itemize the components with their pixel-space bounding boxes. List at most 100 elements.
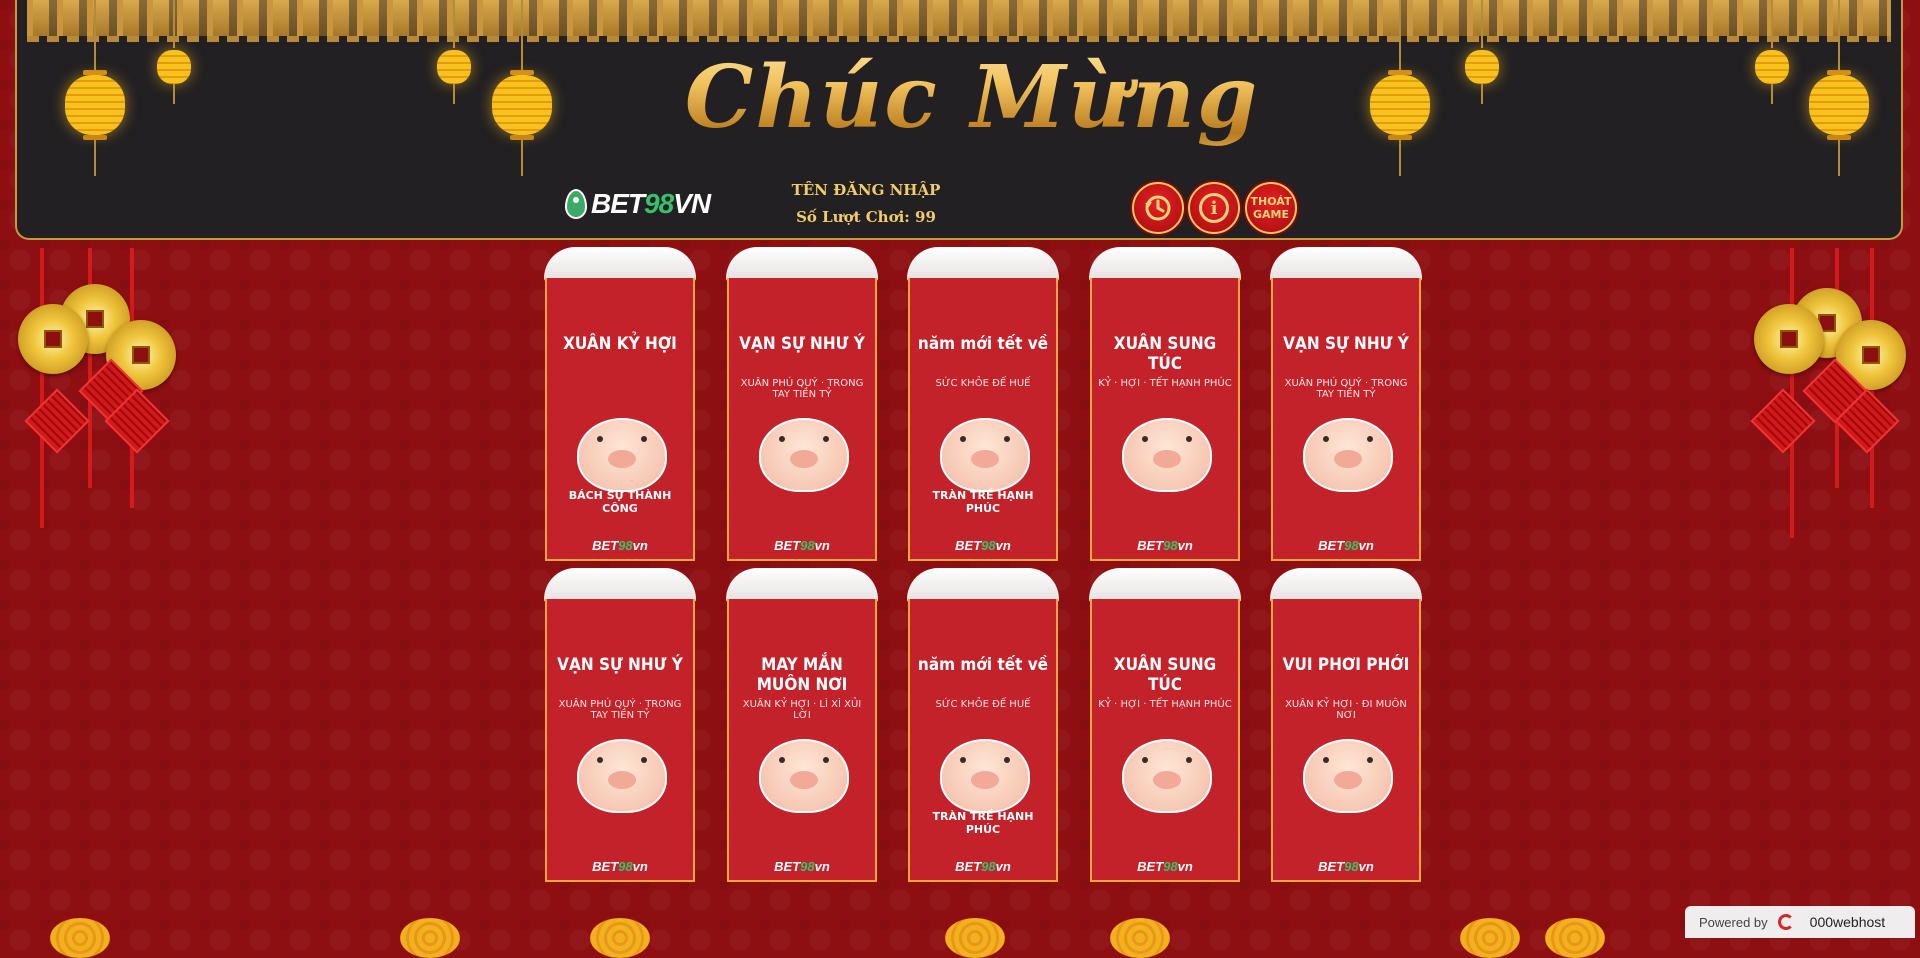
envelope-logo: BET98vn [955,859,1011,874]
header-banner: Chúc Mừng Năm Mới BET98VN TÊN ĐĂNG NHẬP … [15,0,1903,240]
envelope-body: VẠN SỰ NHƯ Ý XUÂN PHÚ QUÝ · TRONG TAY TIỀ… [1271,278,1421,561]
red-envelope[interactable]: VẠN SỰ NHƯ Ý XUÂN PHÚ QUÝ · TRONG TAY TIỀ… [544,568,696,882]
lantern-icon [400,918,460,958]
envelope-logo: BET98vn [955,538,1011,553]
pig-illustration-icon [577,418,667,492]
red-envelope[interactable]: năm mới tết về SỨC KHỎE ĐẾ HUẾ TRÀN TRỀ HẠ… [907,247,1059,561]
envelope-flap [907,568,1059,602]
coin-decoration-left [10,248,180,548]
exit-label-line1: THOÁT [1250,195,1292,208]
red-envelope[interactable]: MAY MẮN MUÔN NƠI XUÂN KỶ HỢI · LÌ XÌ XỦI … [726,568,878,882]
envelope-body: XUÂN SUNG TÚC KỶ · HỢI · TẾT HẠNH PHÚC BET… [1090,278,1240,561]
red-envelope[interactable]: XUÂN SUNG TÚC KỶ · HỢI · TẾT HẠNH PHÚC BET… [1089,247,1241,561]
red-envelope[interactable]: XUÂN KỶ HỢI BÁCH SỰ THÀNH CÔNG BET98vn [544,247,696,561]
envelope-flap [1270,247,1422,281]
envelope-title: VẠN SỰ NHƯ Ý [739,334,865,354]
envelope-body: VUI PHƠI PHỚI XUÂN KỶ HỢI · ĐI MUÔN NƠI BE… [1271,599,1421,882]
envelope-logo: BET98vn [774,859,830,874]
pig-illustration-icon [1303,418,1393,492]
envelope-flap [1089,247,1241,281]
lantern-icon [1465,0,1499,110]
pig-illustration-icon [759,739,849,813]
history-button[interactable] [1132,182,1184,234]
info-button[interactable]: i [1188,182,1240,234]
info-icon: i [1199,193,1229,223]
envelope-logo: BET98vn [592,859,648,874]
envelope-logo: BET98vn [1137,859,1193,874]
history-clock-icon [1145,195,1171,221]
red-envelope[interactable]: VẠN SỰ NHƯ Ý XUÂN PHÚ QUÝ · TRONG TAY TIỀ… [726,247,878,561]
envelope-flap [907,247,1059,281]
plays-count-label: Số Lượt Chơi: 99 [796,208,936,226]
powered-by-badge[interactable]: Powered by 000webhost [1685,906,1915,938]
envelope-title: XUÂN KỶ HỢI [563,334,677,354]
envelope-flap [1270,568,1422,602]
envelope-title: VẠN SỰ NHƯ Ý [557,655,683,675]
envelope-logo: BET98vn [1318,859,1374,874]
envelope-subtitle: SỨC KHỎE ĐẾ HUẾ [935,378,1031,389]
envelope-subtitle: XUÂN PHÚ QUÝ · TRONG TAY TIỀN TỶ [1284,378,1408,400]
envelope-logo: BET98vn [592,538,648,553]
pig-illustration-icon [940,418,1030,492]
envelope-flap [726,568,878,602]
red-envelope[interactable]: năm mới tết về SỨC KHỎE ĐẾ HUẾ TRÀN TRỀ HẠ… [907,568,1059,882]
envelope-subtitle: KỶ · HỢI · TẾT HẠNH PHÚC [1098,699,1232,710]
pig-illustration-icon [759,418,849,492]
envelope-wish: TRÀN TRỀ HẠNH PHÚC [932,489,1034,515]
location-pin-icon [565,189,587,219]
envelope-subtitle: XUÂN PHÚ QUÝ · TRONG TAY TIỀN TỶ [558,699,682,721]
lantern-icon [50,918,110,958]
envelope-title: VẠN SỰ NHƯ Ý [1283,334,1409,354]
envelope-title: VUI PHƠI PHỚI [1282,655,1410,675]
exit-game-button[interactable]: THOÁT GAME [1245,182,1297,234]
envelope-body: XUÂN SUNG TÚC KỶ · HỢI · TẾT HẠNH PHÚC BET… [1090,599,1240,882]
envelope-wish: TRÀN TRỀ HẠNH PHÚC [932,810,1034,836]
envelope-logo: BET98vn [1137,538,1193,553]
lantern-icon [1460,918,1520,958]
envelope-title: năm mới tết về [917,334,1049,354]
envelope-logo: BET98vn [1318,538,1374,553]
envelope-flap [544,568,696,602]
envelope-subtitle: SỨC KHỎE ĐẾ HUẾ [935,699,1031,710]
red-envelope[interactable]: VẠN SỰ NHƯ Ý XUÂN PHÚ QUÝ · TRONG TAY TIỀ… [1270,247,1422,561]
page-title: Chúc Mừng Năm Mới [587,28,1357,238]
lantern-icon [1545,918,1605,958]
pig-illustration-icon [1122,418,1212,492]
lantern-icon [437,0,471,110]
lantern-icon [157,0,191,110]
envelope-logo: BET98vn [774,538,830,553]
envelope-flap [1089,568,1241,602]
envelope-body: năm mới tết về SỨC KHỎE ĐẾ HUẾ TRÀN TRỀ HẠ… [908,278,1058,561]
envelope-body: năm mới tết về SỨC KHỎE ĐẾ HUẾ TRÀN TRỀ HẠ… [908,599,1058,882]
envelope-subtitle: KỶ · HỢI · TẾT HẠNH PHÚC [1098,378,1232,389]
envelope-subtitle: XUÂN KỶ HỢI · ĐI MUÔN NƠI [1285,699,1407,721]
envelope-subtitle: XUÂN PHÚ QUÝ · TRONG TAY TIỀN TỶ [740,378,864,400]
envelope-subtitle: XUÂN KỶ HỢI · LÌ XÌ XỦI LỜI [742,699,862,721]
pig-illustration-icon [940,739,1030,813]
envelope-flap [726,247,878,281]
pig-illustration-icon [1122,739,1212,813]
coin-decoration-right [1740,248,1910,548]
lantern-icon [1755,0,1789,110]
red-envelope[interactable]: VUI PHƠI PHỚI XUÂN KỶ HỢI · ĐI MUÔN NƠI BE… [1270,568,1422,882]
envelope-title: năm mới tết về [917,655,1049,675]
lantern-icon [590,918,650,958]
lantern-icon [492,0,552,180]
envelope-body: VẠN SỰ NHƯ Ý XUÂN PHÚ QUÝ · TRONG TAY TIỀ… [545,599,695,882]
envelope-title: MAY MẮN MUÔN NƠI [756,655,848,695]
username-label: TÊN ĐĂNG NHẬP [791,181,941,199]
powered-by-label: Powered by [1699,914,1768,930]
envelope-body: VẠN SỰ NHƯ Ý XUÂN PHÚ QUÝ · TRONG TAY TIỀ… [727,278,877,561]
envelope-body: XUÂN KỶ HỢI BÁCH SỰ THÀNH CÔNG BET98vn [545,278,695,561]
lantern-icon [1370,0,1430,180]
red-envelope[interactable]: XUÂN SUNG TÚC KỶ · HỢI · TẾT HẠNH PHÚC BET… [1089,568,1241,882]
lantern-icon [945,918,1005,958]
lantern-icon [1110,918,1170,958]
envelope-wish: BÁCH SỰ THÀNH CÔNG [568,489,672,515]
lantern-icon [65,0,125,180]
envelope-body: MAY MẮN MUÔN NƠI XUÂN KỶ HỢI · LÌ XÌ XỦI … [727,599,877,882]
pig-illustration-icon [577,739,667,813]
lantern-icon [1809,0,1869,180]
pig-illustration-icon [1303,739,1393,813]
exit-label-line2: GAME [1252,208,1289,221]
